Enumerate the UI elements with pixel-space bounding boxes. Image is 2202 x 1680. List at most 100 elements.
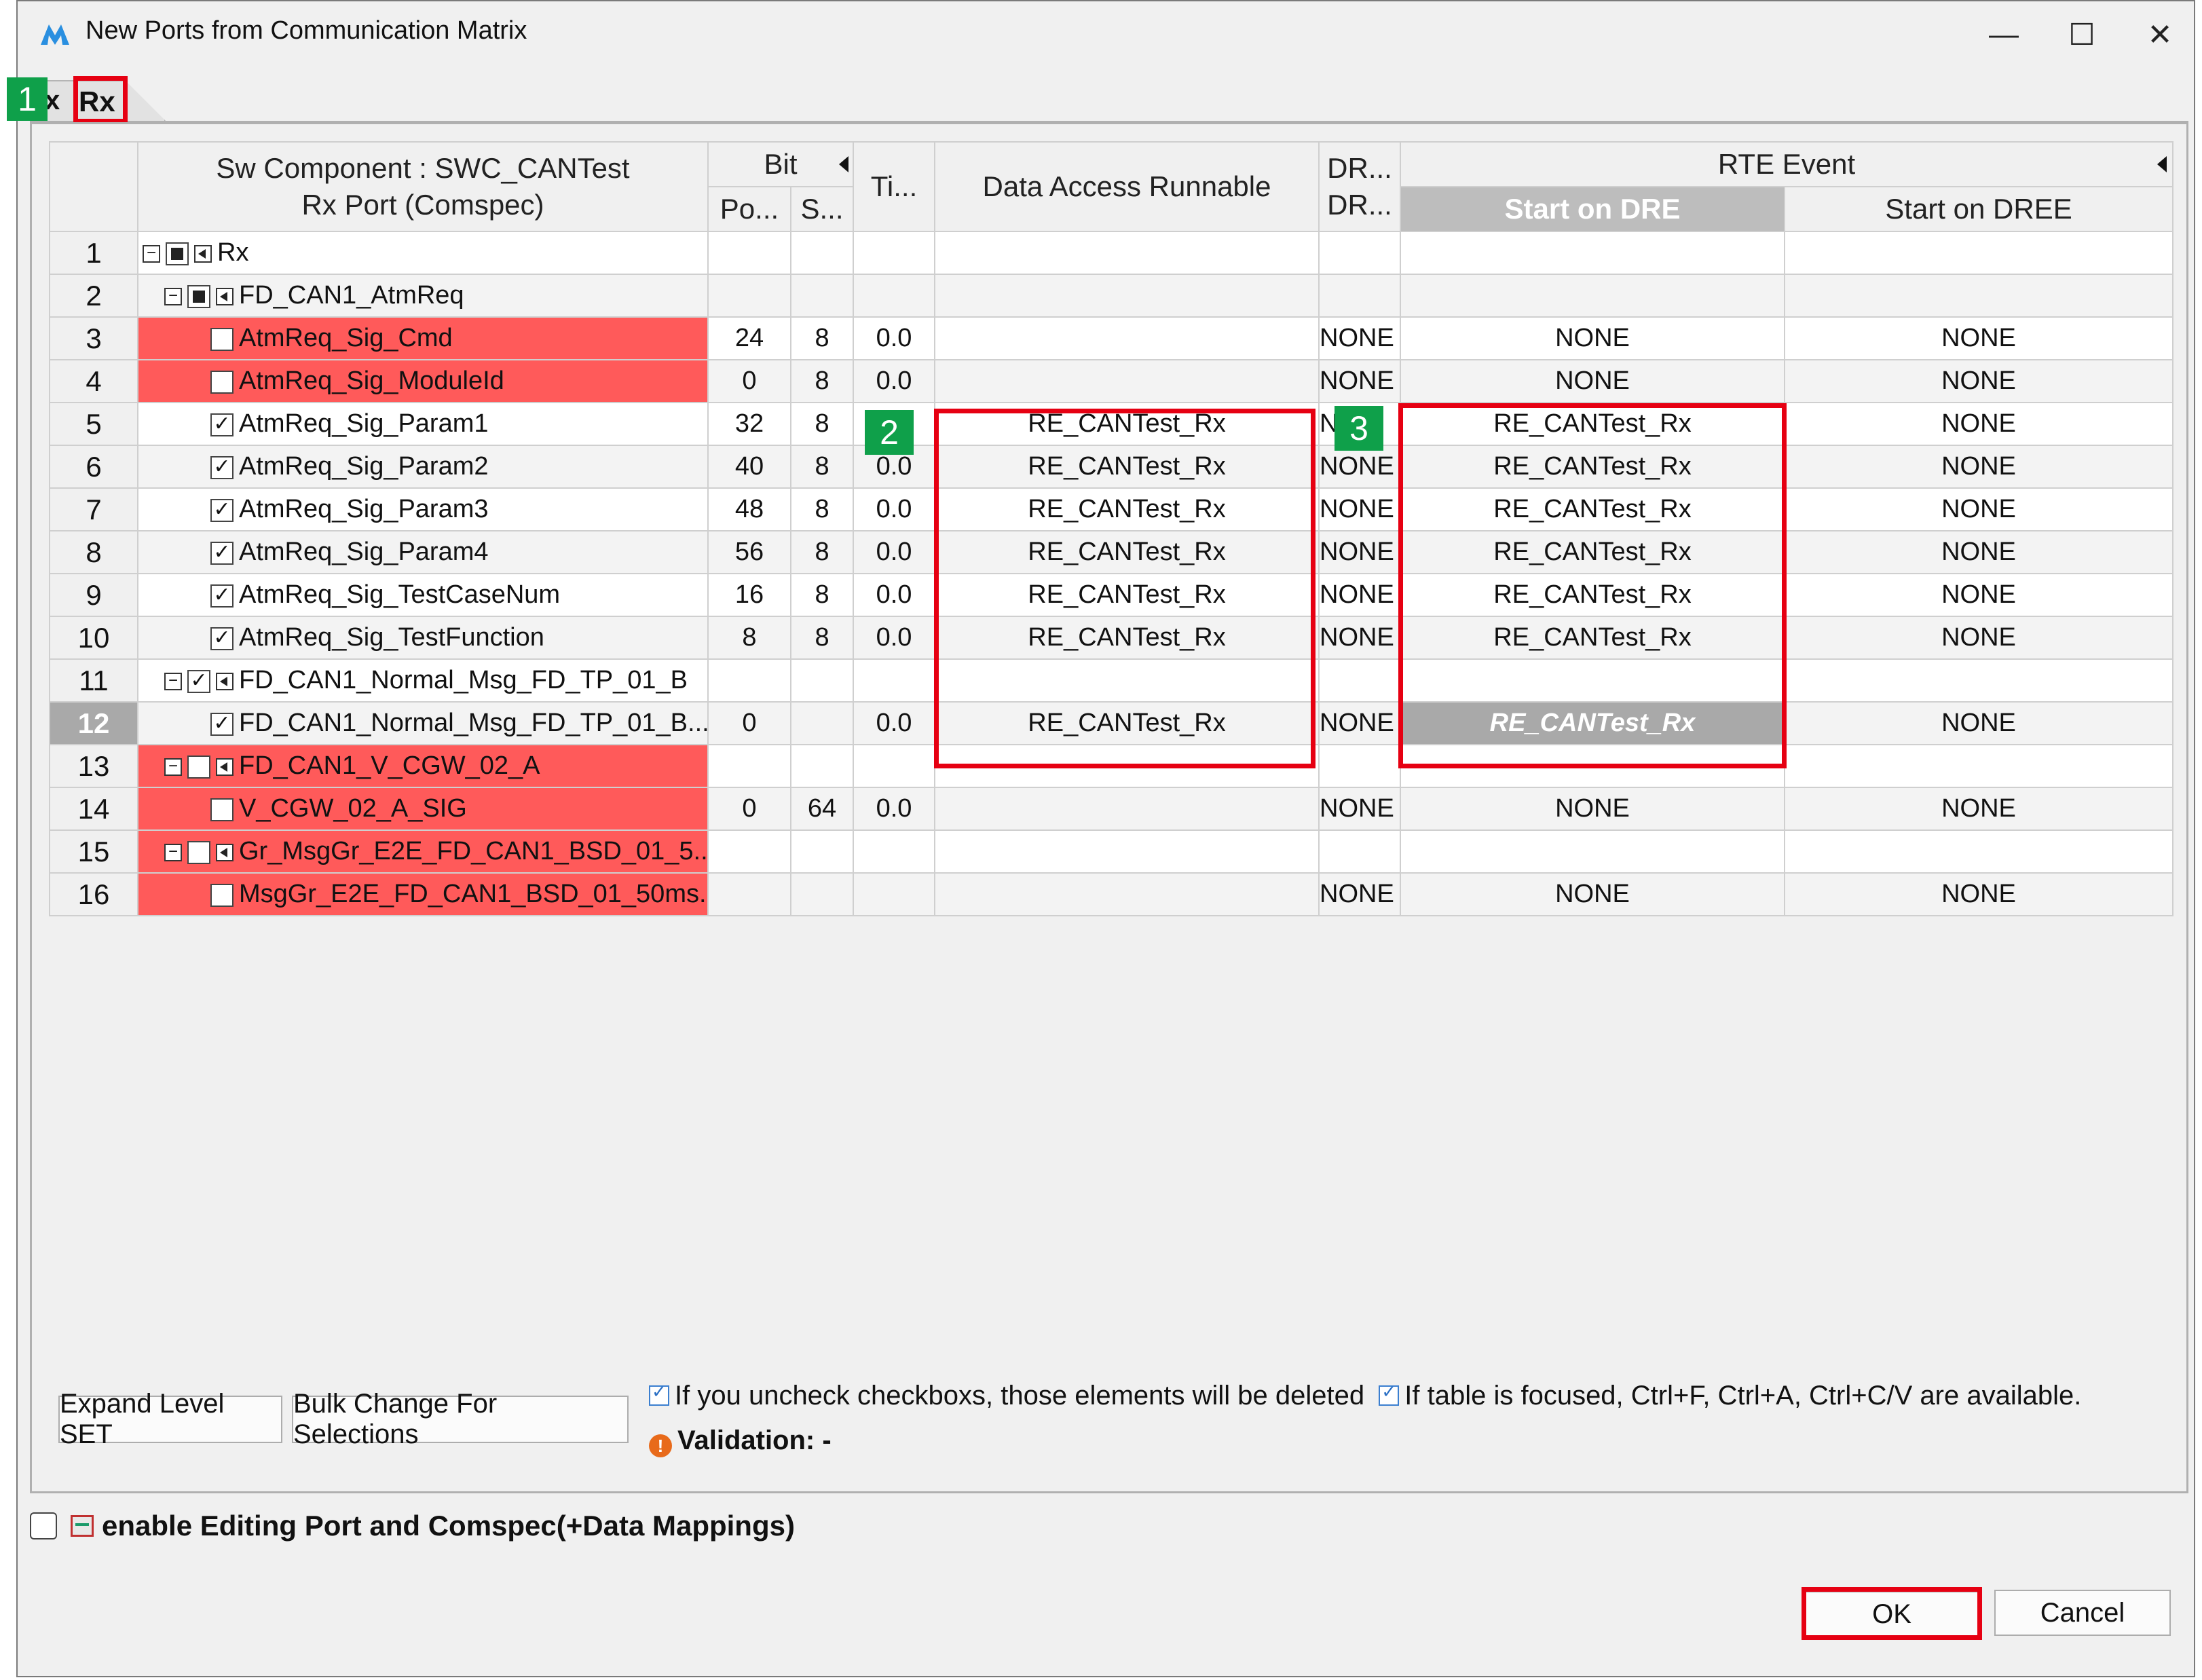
bit-pos-cell[interactable]: 0 xyxy=(707,359,791,403)
runnable-cell[interactable]: RE_CANTest_Rx xyxy=(934,701,1320,745)
close-button[interactable]: ✕ xyxy=(2126,11,2194,58)
row-checkbox[interactable] xyxy=(210,327,234,351)
row-checkbox[interactable]: ✓ xyxy=(210,413,234,436)
start-on-dre-cell[interactable]: RE_CANTest_Rx xyxy=(1400,445,1786,489)
runnable-cell[interactable]: RE_CANTest_Rx xyxy=(934,616,1320,660)
bit-size-cell[interactable] xyxy=(789,274,855,318)
table-row[interactable]: 8 ✓ AtmReq_Sig_Param4 56 8 0.0 RE_CANTest_Rx NO… xyxy=(49,530,2174,574)
start-on-dree-header[interactable]: Start on DREE xyxy=(1784,186,2174,232)
tristate-checkbox[interactable] xyxy=(166,242,189,265)
row-checkbox[interactable]: ✓ xyxy=(210,584,234,608)
start-on-dree-cell[interactable] xyxy=(1784,658,2174,703)
bit-size-cell[interactable]: 8 xyxy=(789,487,855,531)
table-row[interactable]: 6 ✓ AtmReq_Sig_Param2 40 8 0.0 RE_CANTest_Rx NO… xyxy=(49,445,2174,489)
runnable-cell[interactable]: RE_CANTest_Rx xyxy=(934,573,1320,617)
rte-event-header[interactable]: RTE Event xyxy=(1400,141,2174,187)
table-row[interactable]: 12 ✓ FD_CAN1_Normal_Msg_FD_TP_01_B... 0 0.0 R… xyxy=(49,701,2174,745)
timeout-cell[interactable]: 0.0 xyxy=(853,701,936,745)
row-checkbox[interactable] xyxy=(187,840,210,864)
start-on-dre-cell[interactable]: RE_CANTest_Rx xyxy=(1400,530,1786,574)
bit-pos-cell[interactable]: 16 xyxy=(707,573,791,617)
collapse-tree-icon[interactable]: − xyxy=(164,287,182,305)
bit-size-cell[interactable]: 8 xyxy=(789,316,855,360)
timeout-cell[interactable]: 0.0 xyxy=(853,530,936,574)
row-number[interactable]: 14 xyxy=(49,787,138,831)
tree-node-cell[interactable]: ✓ AtmReq_Sig_Param1 xyxy=(137,402,709,446)
timeout-cell[interactable]: 0.0 xyxy=(853,487,936,531)
runnable-cell[interactable] xyxy=(934,829,1320,874)
timeout-cell[interactable]: 0.0 xyxy=(853,359,936,403)
dr-cell[interactable] xyxy=(1318,274,1402,318)
bit-pos-cell[interactable] xyxy=(707,658,791,703)
dr-cell[interactable] xyxy=(1318,231,1402,275)
tree-node-cell[interactable]: − ✓ FD_CAN1_Normal_Msg_FD_TP_01_B xyxy=(137,658,709,703)
runnable-cell[interactable]: RE_CANTest_Rx xyxy=(934,445,1320,489)
start-on-dree-cell[interactable]: NONE xyxy=(1784,316,2174,360)
dr-cell[interactable]: NONE xyxy=(1318,445,1402,489)
bit-size-cell[interactable] xyxy=(789,829,855,874)
table-row[interactable]: 15 − Gr_MsgGr_E2E_FD_CAN1_BSD_01_5... xyxy=(49,829,2174,874)
tree-node-cell[interactable]: ✓ AtmReq_Sig_TestCaseNum xyxy=(137,573,709,617)
bit-size-header[interactable]: S... xyxy=(789,186,855,232)
start-on-dree-cell[interactable]: NONE xyxy=(1784,445,2174,489)
row-number[interactable]: 5 xyxy=(49,402,138,446)
table-row[interactable]: 1− Rx xyxy=(49,231,2174,275)
dr-cell[interactable] xyxy=(1318,744,1402,788)
timeout-cell[interactable]: 0.0 xyxy=(853,787,936,831)
bit-pos-cell[interactable]: 0 xyxy=(707,701,791,745)
bit-pos-cell[interactable] xyxy=(707,744,791,788)
row-number[interactable]: 15 xyxy=(49,829,138,874)
row-checkbox[interactable] xyxy=(210,370,234,394)
timeout-cell[interactable]: 0.0 xyxy=(853,616,936,660)
start-on-dre-cell[interactable]: RE_CANTest_Rx xyxy=(1400,616,1786,660)
start-on-dree-cell[interactable]: NONE xyxy=(1784,359,2174,403)
tristate-checkbox[interactable] xyxy=(187,284,210,308)
table-row[interactable]: 2 − FD_CAN1_AtmReq xyxy=(49,274,2174,318)
timeout-cell[interactable]: 0.0 xyxy=(853,316,936,360)
component-header[interactable]: Sw Component : SWC_CANTest Rx Port (Coms… xyxy=(137,141,709,232)
start-on-dre-cell[interactable] xyxy=(1400,829,1786,874)
dr-cell[interactable]: NONE xyxy=(1318,872,1402,916)
runnable-header[interactable]: Data Access Runnable xyxy=(934,141,1320,232)
start-on-dree-cell[interactable]: NONE xyxy=(1784,701,2174,745)
runnable-cell[interactable]: RE_CANTest_Rx xyxy=(934,402,1320,446)
row-number[interactable]: 12 xyxy=(49,701,138,745)
runnable-cell[interactable] xyxy=(934,316,1320,360)
collapse-tree-icon[interactable]: − xyxy=(164,758,182,776)
bit-size-cell[interactable] xyxy=(789,231,855,275)
start-on-dree-cell[interactable]: NONE xyxy=(1784,787,2174,831)
row-checkbox[interactable]: ✓ xyxy=(187,669,210,693)
row-number[interactable]: 16 xyxy=(49,872,138,916)
row-checkbox[interactable]: ✓ xyxy=(210,627,234,650)
bit-size-cell[interactable] xyxy=(789,701,855,745)
start-on-dre-cell[interactable]: NONE xyxy=(1400,872,1786,916)
bit-pos-cell[interactable]: 40 xyxy=(707,445,791,489)
minimize-button[interactable]: — xyxy=(1970,11,2038,58)
bit-size-cell[interactable]: 8 xyxy=(789,530,855,574)
row-checkbox[interactable] xyxy=(187,755,210,779)
bit-size-cell[interactable] xyxy=(789,872,855,916)
bit-pos-cell[interactable]: 48 xyxy=(707,487,791,531)
dr-cell[interactable] xyxy=(1318,829,1402,874)
start-on-dre-cell[interactable]: RE_CANTest_Rx xyxy=(1400,573,1786,617)
collapse-tree-icon[interactable]: − xyxy=(143,244,160,263)
bit-size-cell[interactable]: 8 xyxy=(789,359,855,403)
tree-node-cell[interactable]: − FD_CAN1_V_CGW_02_A xyxy=(137,744,709,788)
ok-button[interactable]: OK xyxy=(1804,1591,1979,1637)
start-on-dre-cell[interactable] xyxy=(1400,274,1786,318)
timeout-cell[interactable] xyxy=(853,872,936,916)
table-row[interactable]: 11 − ✓ FD_CAN1_Normal_Msg_FD_TP_01_B xyxy=(49,658,2174,703)
bit-size-cell[interactable] xyxy=(789,658,855,703)
bit-header[interactable]: Bit xyxy=(707,141,855,187)
start-on-dre-cell[interactable]: NONE xyxy=(1400,316,1786,360)
collapse-left-icon[interactable] xyxy=(839,156,849,172)
start-on-dree-cell[interactable]: NONE xyxy=(1784,402,2174,446)
timeout-cell[interactable] xyxy=(853,829,936,874)
collapse-left-icon[interactable] xyxy=(2157,156,2167,172)
expand-level-button[interactable]: Expand Level SET xyxy=(58,1389,282,1449)
start-on-dre-cell[interactable]: RE_CANTest_Rx xyxy=(1400,701,1786,745)
row-number[interactable]: 9 xyxy=(49,573,138,617)
collapse-tree-icon[interactable]: − xyxy=(164,672,182,690)
tree-node-cell[interactable]: − FD_CAN1_AtmReq xyxy=(137,274,709,318)
tree-node-cell[interactable]: − Gr_MsgGr_E2E_FD_CAN1_BSD_01_5... xyxy=(137,829,709,874)
